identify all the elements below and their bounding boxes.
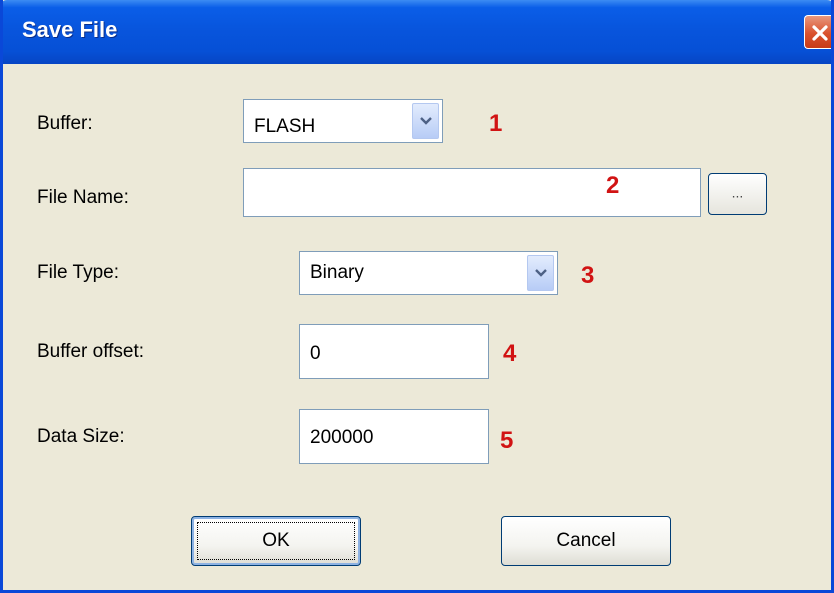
- browse-button[interactable]: ...: [708, 173, 767, 215]
- buffer-offset-label: Buffer offset:: [37, 341, 145, 362]
- cancel-button-label: Cancel: [556, 530, 616, 551]
- buffer-offset-input[interactable]: 0: [299, 324, 489, 379]
- file-name-label: File Name:: [37, 187, 129, 208]
- close-button[interactable]: [804, 15, 831, 49]
- file-type-label: File Type:: [37, 262, 120, 283]
- ok-button[interactable]: OK: [191, 516, 361, 566]
- annotation-4: 4: [503, 340, 517, 367]
- cancel-button[interactable]: Cancel: [501, 516, 671, 566]
- buffer-select[interactable]: FLASH: [243, 99, 443, 143]
- annotation-3: 3: [581, 262, 595, 289]
- file-type-value: Binary: [310, 262, 364, 283]
- save-file-dialog: Save File Buffer: FLASH 1 File Name: 2 .…: [0, 0, 834, 593]
- dialog-title: Save File: [22, 17, 118, 42]
- close-icon: [812, 25, 828, 41]
- ok-button-label: OK: [262, 530, 290, 551]
- buffer-dropdown-button[interactable]: [412, 103, 439, 139]
- buffer-label: Buffer:: [37, 113, 93, 134]
- annotation-1: 1: [489, 110, 503, 137]
- buffer-offset-value: 0: [310, 343, 321, 364]
- browse-button-label: ...: [731, 184, 744, 201]
- data-size-label: Data Size:: [37, 426, 125, 447]
- annotation-5: 5: [500, 427, 514, 454]
- file-name-input[interactable]: [243, 168, 701, 217]
- data-size-value: 200000: [310, 427, 374, 448]
- title-bar[interactable]: Save File: [3, 0, 831, 64]
- chevron-down-icon: [420, 117, 432, 125]
- chevron-down-icon: [535, 269, 547, 277]
- file-type-dropdown-button[interactable]: [527, 255, 554, 291]
- file-type-select[interactable]: Binary: [299, 251, 558, 295]
- annotation-2: 2: [606, 172, 620, 199]
- data-size-input[interactable]: 200000: [299, 409, 489, 464]
- buffer-value: FLASH: [254, 116, 316, 137]
